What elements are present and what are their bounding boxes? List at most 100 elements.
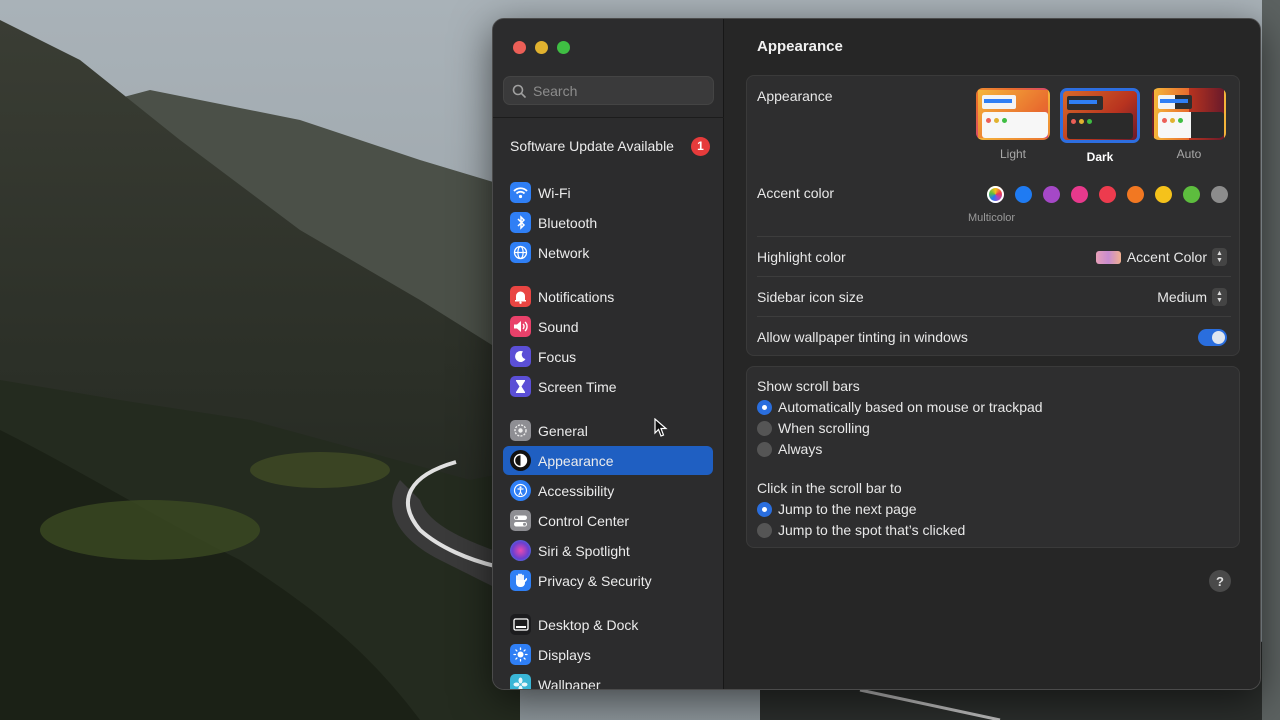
sidebar-item-label: Sound [538,318,579,335]
popup-chevrons-icon: ▲ ▼ [1212,288,1227,306]
sidebar-item-sound[interactable]: Sound [503,312,713,341]
click-scroll-bar-label: Click in the scroll bar to [757,480,902,496]
sidebar-item-label: Privacy & Security [538,572,652,589]
sidebar-item-wifi[interactable]: Wi-Fi [503,178,713,207]
accent-swatch-red[interactable] [1099,186,1116,203]
sidebar: Software Update Available 1 Wi-Fi Blueto… [493,19,724,690]
sidebar-item-screen-time[interactable]: Screen Time [503,372,713,401]
accent-swatch-yellow[interactable] [1155,186,1172,203]
sidebar-item-label: Siri & Spotlight [538,542,630,559]
radio-button[interactable] [757,522,772,538]
radio-button[interactable] [757,399,772,415]
click-option-next-page[interactable]: Jump to the next page [757,501,917,517]
sidebar-item-control-center[interactable]: Control Center [503,506,713,535]
sidebar-item-network[interactable]: Network [503,238,713,267]
dock-icon [510,614,531,635]
accent-swatch-pink[interactable] [1071,186,1088,203]
sidebar-icon-size-popup[interactable]: Medium ▲ ▼ [1157,288,1227,306]
click-option-spot-clicked[interactable]: Jump to the spot that’s clicked [757,522,965,538]
siri-icon [510,540,531,561]
accent-swatch-multicolor[interactable] [987,186,1004,203]
scroll-option-automatic[interactable]: Automatically based on mouse or trackpad [757,399,1043,415]
mouse-cursor-icon [654,418,668,437]
accent-swatch-orange[interactable] [1127,186,1144,203]
help-button[interactable]: ? [1209,570,1231,592]
theme-auto-option[interactable]: Auto [1152,88,1226,161]
appearance-settings-group: Appearance Light Dark Auto Accent color … [746,75,1240,356]
accent-swatch-purple[interactable] [1043,186,1060,203]
radio-label: Always [778,441,823,457]
sidebar-item-general[interactable]: General [503,416,713,445]
minimize-window-button[interactable] [535,41,548,54]
sidebar-item-label: Displays [538,646,591,663]
search-field[interactable] [503,76,714,105]
sidebar-item-notifications[interactable]: Notifications [503,282,713,311]
sidebar-divider [493,117,724,118]
radio-button[interactable] [757,501,772,517]
accent-swatch-green[interactable] [1183,186,1200,203]
sidebar-icon-size-value: Medium [1157,289,1207,305]
accent-color-label: Accent color [757,185,835,201]
scroll-option-always[interactable]: Always [757,441,822,457]
row-divider [757,316,1231,317]
sidebar-item-accessibility[interactable]: Accessibility [503,476,713,505]
sidebar-item-privacy-security[interactable]: Privacy & Security [503,566,713,595]
appearance-pane: Appearance Appearance Light Dark Auto Ac… [724,19,1260,689]
dark-theme-thumbnail [1060,88,1140,143]
sidebar-item-label: Focus [538,348,577,365]
light-theme-thumbnail [976,88,1050,140]
bluetooth-icon [510,212,531,233]
flower-icon [510,674,531,689]
appearance-label: Appearance [757,88,833,104]
theme-auto-label: Auto [1176,147,1202,161]
software-update-item[interactable]: Software Update Available 1 [510,135,710,157]
zoom-window-button[interactable] [557,41,570,54]
show-scroll-bars-label: Show scroll bars [757,378,860,394]
scroll-bars-group: Show scroll bars Automatically based on … [746,366,1240,548]
highlight-swatch [1095,250,1121,264]
sidebar-item-displays[interactable]: Displays [503,640,713,669]
radio-button[interactable] [757,420,772,436]
sidebar-icon-size-label: Sidebar icon size [757,289,864,305]
sidebar-item-wallpaper[interactable]: Wallpaper [503,670,713,690]
highlight-color-popup[interactable]: Accent Color ▲ ▼ [1095,248,1227,266]
sun-icon [510,644,531,665]
search-icon [512,84,526,98]
radio-label: Automatically based on mouse or trackpad [778,399,1043,415]
sidebar-item-label: General [538,422,588,439]
moon-icon [510,346,531,367]
radio-button[interactable] [757,441,772,457]
theme-light-option[interactable]: Light [976,88,1050,161]
window-controls [513,41,570,54]
sidebar-item-desktop-dock[interactable]: Desktop & Dock [503,610,713,639]
sidebar-item-label: Screen Time [538,378,617,395]
sidebar-item-label: Wallpaper [538,676,601,690]
hourglass-icon [510,376,531,397]
close-window-button[interactable] [513,41,526,54]
row-divider [757,236,1231,237]
sidebar-item-label: Bluetooth [538,214,598,231]
sidebar-item-label: Control Center [538,512,630,529]
sidebar-item-bluetooth[interactable]: Bluetooth [503,208,713,237]
radio-label: When scrolling [778,420,870,436]
sidebar-item-siri-spotlight[interactable]: Siri & Spotlight [503,536,713,565]
accent-swatch-graphite[interactable] [1211,186,1228,203]
speaker-icon [510,316,531,337]
theme-dark-option[interactable]: Dark [1060,88,1140,164]
accessibility-icon [510,480,531,501]
wallpaper-tinting-toggle[interactable] [1198,329,1227,346]
auto-theme-thumbnail [1152,88,1226,140]
sidebar-item-label: Notifications [538,288,615,305]
accent-swatch-blue[interactable] [1015,186,1032,203]
appearance-icon [510,450,531,471]
sidebar-item-focus[interactable]: Focus [503,342,713,371]
sidebar-item-appearance[interactable]: Appearance [503,446,713,475]
software-update-label: Software Update Available [510,138,674,154]
radio-label: Jump to the spot that’s clicked [778,522,966,538]
search-input[interactable] [533,82,703,99]
page-title: Appearance [757,38,843,55]
update-badge: 1 [691,136,710,156]
system-settings-window: Software Update Available 1 Wi-Fi Blueto… [492,18,1261,690]
theme-dark-label: Dark [1086,150,1114,164]
scroll-option-when-scrolling[interactable]: When scrolling [757,420,870,436]
